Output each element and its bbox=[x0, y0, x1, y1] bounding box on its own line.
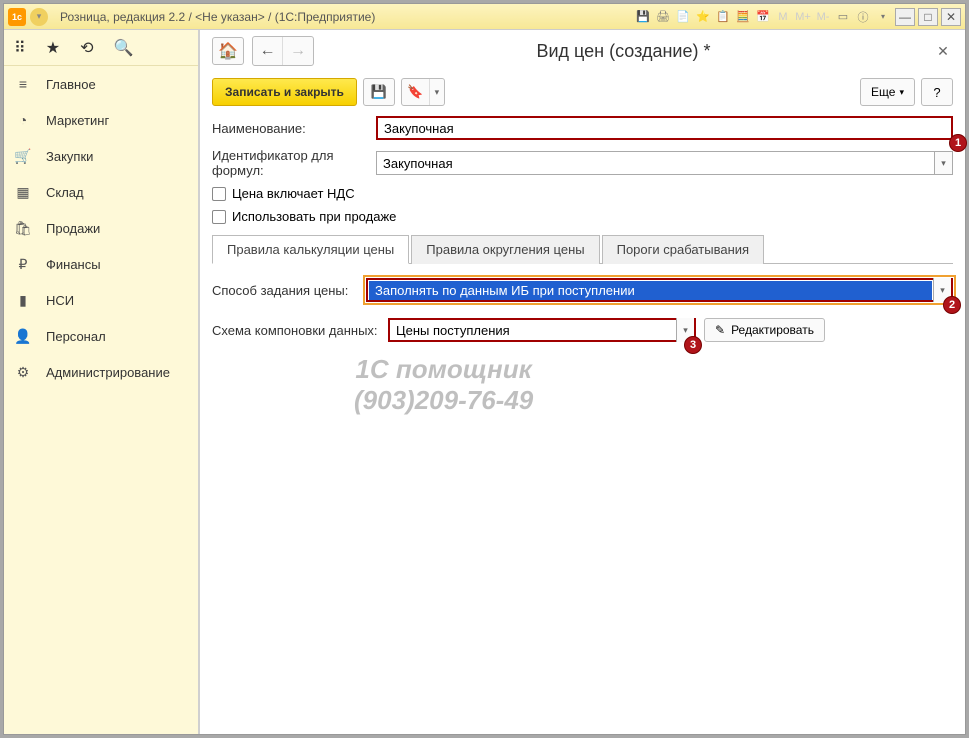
favorite-icon[interactable]: ⭐ bbox=[694, 9, 712, 25]
info-drop-icon[interactable]: ▾ bbox=[874, 9, 892, 25]
toolbar-doc-icon[interactable]: 📄 bbox=[674, 9, 692, 25]
tab-thresholds[interactable]: Пороги срабатывания bbox=[602, 235, 764, 264]
dropdown-arrow-icon[interactable]: ▾ bbox=[30, 8, 48, 26]
sidebar-item-label: Склад bbox=[46, 185, 84, 200]
sidebar-item-label: Маркетинг bbox=[46, 113, 109, 128]
price-includes-vat-checkbox[interactable] bbox=[212, 187, 226, 201]
schema-label: Схема компоновки данных: bbox=[212, 323, 388, 338]
tag-button[interactable]: 🔖▾ bbox=[401, 78, 445, 106]
price-includes-vat-label: Цена включает НДС bbox=[232, 186, 355, 201]
sidebar-item-label: Персонал bbox=[46, 329, 106, 344]
bag-icon: 🛍 bbox=[14, 220, 32, 237]
annotation-badge-3: 3 bbox=[684, 336, 702, 354]
sidebar-item-label: Администрирование bbox=[46, 365, 170, 380]
calendar-icon[interactable]: 📅 bbox=[754, 9, 772, 25]
id-label: Идентификатор для формул: bbox=[212, 148, 376, 178]
schema-value: Цены поступления bbox=[390, 323, 676, 338]
tab-rounding-rules[interactable]: Правила округления цены bbox=[411, 235, 599, 264]
sidebar-item-admin[interactable]: ⚙ Администрирование bbox=[4, 354, 198, 390]
m-minus-icon[interactable]: M- bbox=[814, 9, 832, 25]
ruble-icon: ₽ bbox=[14, 256, 32, 273]
cart-icon: 🛒 bbox=[14, 148, 32, 165]
sidebar-item-marketing[interactable]: ◔ Маркетинг bbox=[4, 102, 198, 138]
id-input[interactable] bbox=[376, 151, 935, 175]
method-select[interactable]: Заполнять по данным ИБ при поступлении ▾ bbox=[366, 278, 953, 302]
history-icon[interactable]: ⟲ bbox=[80, 38, 93, 58]
tabs: Правила калькуляции цены Правила округле… bbox=[212, 234, 953, 264]
minimize-button[interactable]: — bbox=[895, 8, 915, 26]
tab-calculation-rules[interactable]: Правила калькуляции цены bbox=[212, 235, 409, 264]
nav-group: ← → bbox=[252, 36, 314, 66]
m-icon[interactable]: M bbox=[774, 9, 792, 25]
sidebar-item-warehouse[interactable]: ▦ Склад bbox=[4, 174, 198, 210]
close-page-button[interactable]: ✕ bbox=[933, 41, 953, 61]
annotation-badge-2: 2 bbox=[943, 296, 961, 314]
close-button[interactable]: ✕ bbox=[941, 8, 961, 26]
app-icon: 1c bbox=[8, 8, 26, 26]
gear-icon: ⚙ bbox=[14, 364, 32, 381]
save-button[interactable]: 💾 bbox=[363, 78, 395, 106]
grid-icon: ▦ bbox=[14, 184, 32, 201]
use-on-sale-checkbox[interactable] bbox=[212, 210, 226, 224]
edit-button[interactable]: ✎Редактировать bbox=[704, 318, 825, 342]
toolbar-save-icon[interactable]: 💾 bbox=[634, 9, 652, 25]
sidebar-item-label: НСИ bbox=[46, 293, 74, 308]
home-button[interactable]: 🏠 bbox=[212, 37, 244, 65]
more-button[interactable]: Еще▾ bbox=[860, 78, 915, 106]
sections-icon[interactable]: ⠿ bbox=[14, 38, 26, 58]
method-label: Способ задания цены: bbox=[212, 283, 366, 298]
window-title: Розница, редакция 2.2 / <Не указан> / (1… bbox=[60, 10, 375, 24]
sidebar-item-finance[interactable]: ₽ Финансы bbox=[4, 246, 198, 282]
sidebar-item-sales[interactable]: 🛍 Продажи bbox=[4, 210, 198, 246]
edit-icon: ✎ bbox=[715, 323, 725, 337]
info-icon[interactable]: ⓘ bbox=[854, 9, 872, 25]
nav-forward-button[interactable]: → bbox=[283, 37, 313, 65]
id-dropdown-button[interactable]: ▾ bbox=[935, 151, 953, 175]
sidebar-item-label: Закупки bbox=[46, 149, 93, 164]
nav-back-button[interactable]: ← bbox=[253, 37, 283, 65]
sidebar-item-nsi[interactable]: ▮ НСИ bbox=[4, 282, 198, 318]
toolbar-list-icon[interactable]: 📋 bbox=[714, 9, 732, 25]
sidebar-item-label: Главное bbox=[46, 77, 96, 92]
search-icon[interactable]: 🔍 bbox=[113, 38, 133, 58]
help-button[interactable]: ? bbox=[921, 78, 953, 106]
sidebar-item-label: Продажи bbox=[46, 221, 100, 236]
favorites-icon[interactable]: ★ bbox=[46, 38, 60, 58]
watermark: 1С помощник (903)209-76-49 bbox=[354, 354, 533, 416]
pie-icon: ◔ bbox=[14, 112, 32, 128]
sidebar-item-purchases[interactable]: 🛒 Закупки bbox=[4, 138, 198, 174]
page-title: Вид цен (создание) * bbox=[322, 41, 925, 62]
schema-select[interactable]: Цены поступления ▾ bbox=[388, 318, 696, 342]
person-icon: 👤 bbox=[14, 328, 32, 345]
save-close-button[interactable]: Записать и закрыть bbox=[212, 78, 357, 106]
name-input[interactable] bbox=[376, 116, 953, 140]
sidebar: ⠿ ★ ⟲ 🔍 ≡ Главное ◔ Маркетинг 🛒 Закупки ▦ Ск… bbox=[4, 30, 199, 734]
m-plus-icon[interactable]: M+ bbox=[794, 9, 812, 25]
sidebar-item-main[interactable]: ≡ Главное bbox=[4, 66, 198, 102]
chevron-down-icon: ▾ bbox=[430, 79, 444, 105]
menu-icon: ≡ bbox=[14, 76, 32, 92]
name-label: Наименование: bbox=[212, 121, 376, 136]
titlebar: 1c ▾ Розница, редакция 2.2 / <Не указан>… bbox=[4, 4, 965, 30]
tag-icon: 🔖 bbox=[402, 79, 430, 105]
method-value: Заполнять по данным ИБ при поступлении bbox=[369, 281, 932, 300]
books-icon: ▮ bbox=[14, 292, 32, 309]
sidebar-item-personnel[interactable]: 👤 Персонал bbox=[4, 318, 198, 354]
sidebar-item-label: Финансы bbox=[46, 257, 101, 272]
main-content: 🏠 ← → Вид цен (создание) * ✕ Записать и … bbox=[199, 30, 965, 734]
use-on-sale-label: Использовать при продаже bbox=[232, 209, 396, 224]
windows-icon[interactable]: ▭ bbox=[834, 9, 852, 25]
toolbar-print-icon[interactable]: 🖨 bbox=[654, 9, 672, 25]
chevron-down-icon: ▾ bbox=[899, 87, 904, 98]
maximize-button[interactable]: □ bbox=[918, 8, 938, 26]
calculator-icon[interactable]: 🧮 bbox=[734, 9, 752, 25]
